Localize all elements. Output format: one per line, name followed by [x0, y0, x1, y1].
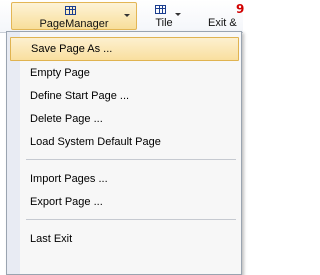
- page-manager-dropdown-menu: Save Page As ... Empty Page Define Start…: [6, 31, 242, 275]
- table-grid-icon: [65, 6, 76, 15]
- page-manager-label: PageManager: [39, 18, 109, 30]
- exit-label: Exit &: [208, 17, 237, 29]
- menu-item-last-exit[interactable]: Last Exit: [20, 228, 241, 252]
- exit-button[interactable]: 9 Exit &: [192, 2, 252, 30]
- menu-item-import-pages[interactable]: Import Pages ...: [20, 168, 241, 192]
- menu-separator: [26, 219, 236, 220]
- menu-icon-gutter: [7, 32, 20, 274]
- menu-item-define-start-page[interactable]: Define Start Page ...: [20, 85, 241, 109]
- menu-item-load-system-default-page[interactable]: Load System Default Page: [20, 131, 241, 155]
- tile-button[interactable]: Tile: [141, 2, 187, 30]
- chevron-down-icon: [175, 13, 181, 16]
- menu-item-empty-page[interactable]: Empty Page: [20, 62, 241, 86]
- ribbon-toolbar: PageManager Tile 9 Exit &: [0, 0, 244, 33]
- menu-item-export-page[interactable]: Export Page ...: [20, 191, 241, 215]
- menu-item-save-page-as[interactable]: Save Page As ...: [10, 37, 239, 61]
- tile-label: Tile: [155, 17, 173, 29]
- exit-icon: 9: [236, 2, 245, 16]
- menu-item-delete-page[interactable]: Delete Page ...: [20, 108, 241, 132]
- table-grid-icon: [155, 5, 166, 14]
- page-manager-button[interactable]: PageManager: [11, 2, 137, 30]
- chevron-down-icon: [124, 14, 130, 17]
- menu-separator: [26, 159, 236, 160]
